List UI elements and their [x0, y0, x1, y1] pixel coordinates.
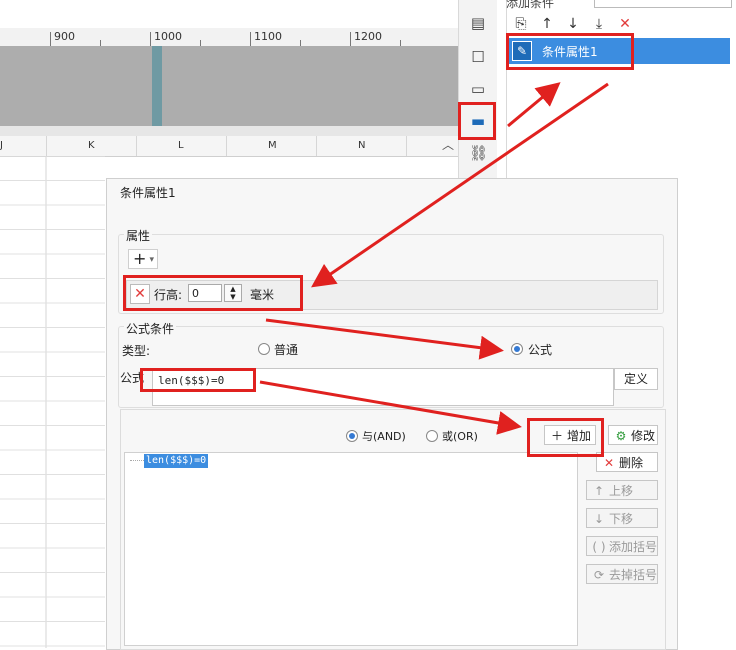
annotation-arrows [259, 82, 609, 435]
